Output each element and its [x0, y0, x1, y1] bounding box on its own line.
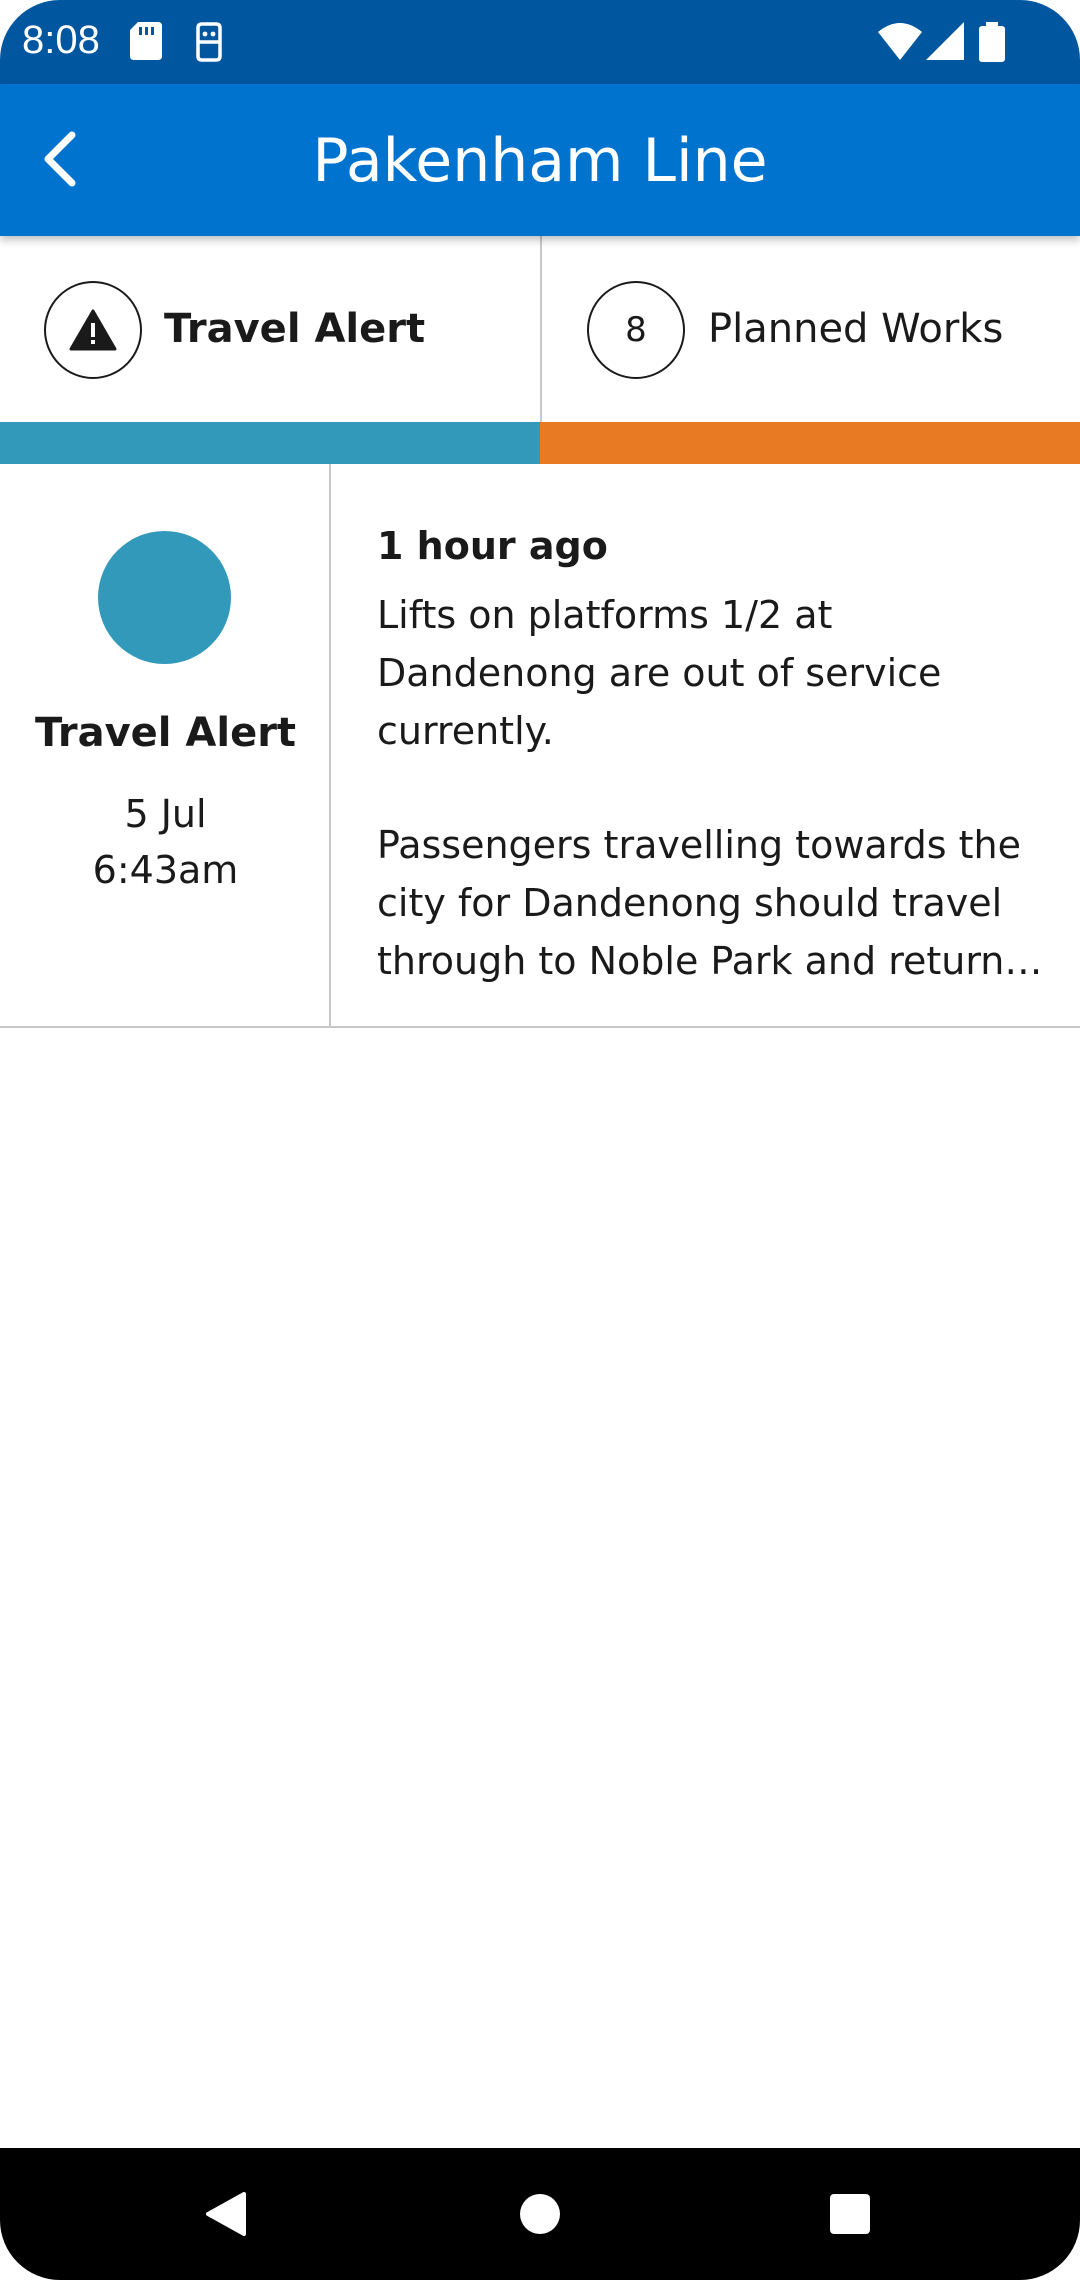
nav-home-button[interactable]	[496, 2170, 584, 2258]
warning-icon	[69, 309, 117, 351]
tab-travel-alert[interactable]: Travel Alert	[0, 236, 540, 464]
alert-datetime: 5 Jul 6:43am	[0, 786, 331, 898]
alert-meta: Travel Alert 5 Jul 6:43am	[0, 464, 331, 1026]
tab-color-bar	[0, 422, 540, 464]
tab-label: Travel Alert	[164, 306, 426, 352]
sd-card-icon	[130, 22, 162, 60]
home-circle-icon	[520, 2194, 560, 2234]
sim-icon	[196, 22, 222, 62]
battery-icon	[979, 22, 1005, 62]
recents-square-icon	[830, 2194, 870, 2234]
tab-bar: Travel Alert 8 Planned Works	[0, 236, 1080, 464]
tab-planned-works[interactable]: 8 Planned Works	[540, 236, 1080, 464]
alert-time: 6:43am	[92, 848, 239, 892]
page-title: Pakenham Line	[312, 126, 768, 196]
nav-back-button[interactable]	[182, 2170, 270, 2258]
alert-body: Lifts on platforms 1/2 at Dandenong are …	[377, 586, 1047, 990]
system-nav-bar	[0, 2148, 1080, 2280]
alert-date: 5 Jul	[124, 792, 207, 836]
count-badge: 8	[587, 281, 685, 379]
back-triangle-icon	[206, 2192, 246, 2236]
app-bar: Pakenham Line	[0, 84, 1080, 236]
alert-list-item[interactable]: Travel Alert 5 Jul 6:43am 1 hour ago Lif…	[0, 464, 1080, 1028]
alert-type: Travel Alert	[34, 710, 297, 756]
wifi-icon	[878, 23, 922, 60]
status-time: 8:08	[22, 18, 100, 62]
alert-body-paragraph: Passengers travelling towards the city f…	[377, 823, 1022, 983]
tab-label: Planned Works	[708, 306, 1004, 352]
status-bar: 8:08	[0, 0, 1080, 84]
tab-color-bar	[540, 422, 1080, 464]
signal-icon	[926, 22, 964, 60]
tab-icon-circle	[44, 281, 142, 379]
alert-relative-time: 1 hour ago	[377, 524, 608, 568]
alert-status-dot	[98, 531, 231, 664]
nav-recents-button[interactable]	[806, 2170, 894, 2258]
alert-body-paragraph: Lifts on platforms 1/2 at Dandenong are …	[377, 593, 942, 753]
